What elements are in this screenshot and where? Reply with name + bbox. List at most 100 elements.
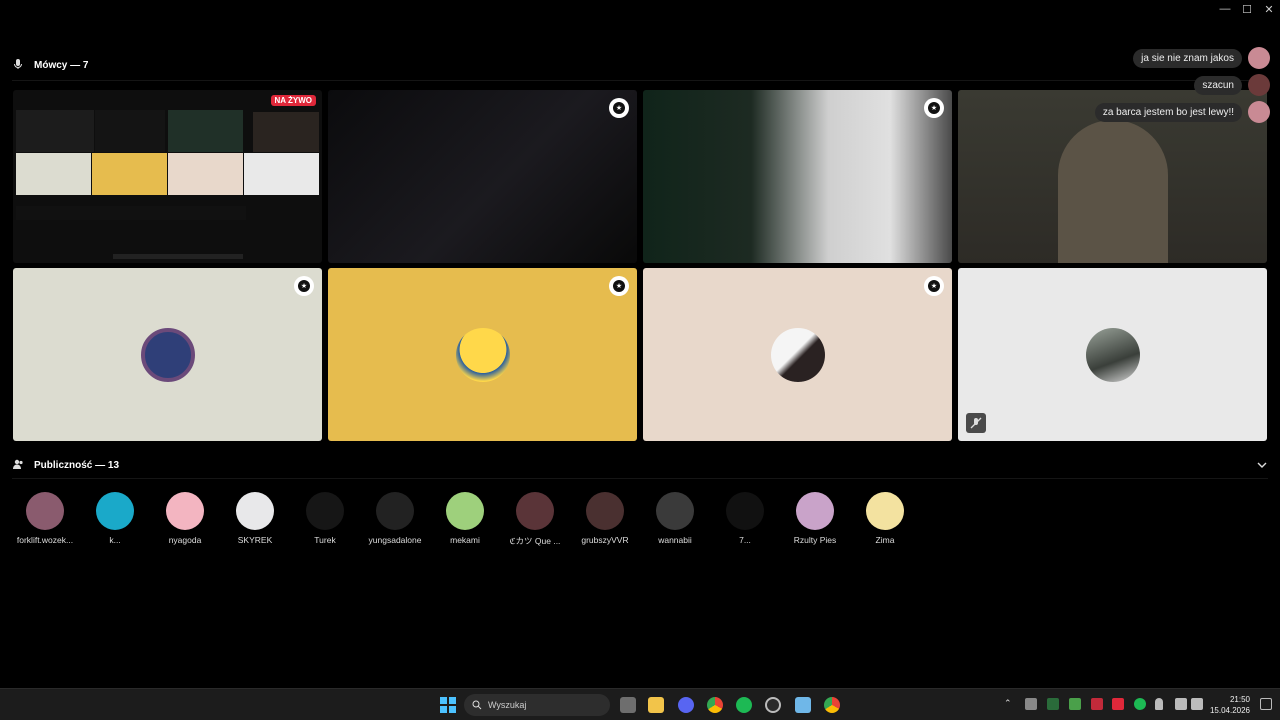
spotify-icon[interactable] (736, 697, 752, 713)
window-controls: — ☐ ✕ (1214, 0, 1280, 18)
divider (12, 478, 1268, 479)
audience-member[interactable]: wannabii (640, 492, 710, 545)
screen-share-taskbar (113, 254, 243, 259)
screen-share-preview (92, 153, 167, 195)
search-icon (472, 700, 482, 710)
audience-member[interactable]: nyagoda (150, 492, 220, 545)
star-badge-icon: ★ (609, 98, 629, 118)
chrome-icon[interactable] (707, 697, 723, 713)
clock-time: 21:50 (1229, 695, 1250, 704)
tray-app-icon[interactable] (1112, 698, 1124, 710)
clock[interactable]: 21:50 15.04.2026 (1210, 694, 1250, 716)
notification-icon[interactable] (1260, 698, 1272, 710)
speakers-header: Mówcy — 7 (12, 58, 88, 73)
chat-message: ja sie nie znam jakos (1133, 47, 1270, 69)
screen-share-preview (168, 153, 243, 195)
audience-member-name: forklift.wozek... (16, 535, 74, 545)
speaker-avatar-tile[interactable]: ★ (328, 268, 637, 441)
speaker-avatar-tile[interactable] (958, 268, 1267, 441)
screen-share-preview (253, 112, 319, 152)
speaker-avatar-tile[interactable]: ★ (643, 268, 952, 441)
audience-member[interactable]: mekami (430, 492, 500, 545)
star-badge-icon: ★ (924, 98, 944, 118)
chevron-down-icon[interactable] (1256, 458, 1268, 470)
audience-member-name: SKYREK (237, 535, 273, 545)
audience-member[interactable]: 7... (710, 492, 780, 545)
file-explorer-icon[interactable] (648, 697, 664, 713)
spotify-tray-icon[interactable] (1134, 698, 1146, 710)
audience-member[interactable]: forklift.wozek... (10, 492, 80, 545)
speakers-title: Mówcy — 7 (34, 60, 89, 71)
star-badge-icon: ★ (924, 276, 944, 296)
network-icon[interactable] (1175, 698, 1187, 710)
avatar (1248, 74, 1270, 96)
sync-icon[interactable] (1025, 698, 1037, 710)
windows-start-icon[interactable] (440, 697, 456, 713)
audience-icon (12, 458, 24, 473)
audience-member[interactable]: SKYREK (220, 492, 290, 545)
microphone-tray-icon[interactable] (1155, 698, 1163, 710)
screen-share-preview (168, 110, 243, 152)
audience-member[interactable]: Rzulty Pies (780, 492, 850, 545)
audience-member[interactable]: grubszyVVR (570, 492, 640, 545)
avatar (96, 492, 134, 530)
avatar (236, 492, 274, 530)
tray-app-icon[interactable] (1047, 698, 1059, 710)
audience-member-name: Rzulty Pies (793, 535, 837, 545)
avatar (306, 492, 344, 530)
live-badge: NA ŻYWO (270, 95, 316, 106)
notepad-icon[interactable] (795, 697, 811, 713)
avatar (26, 492, 64, 530)
audience-member[interactable]: Zima (850, 492, 920, 545)
speaker-video-tile[interactable]: ★ (643, 90, 952, 263)
chat-message: za barca jestem bo jest lewy!! (1094, 101, 1270, 123)
audience-member-name: 7... (739, 535, 751, 545)
audience-member-name: nyagoda (168, 535, 202, 545)
screen-share-preview (95, 110, 165, 152)
avatar (376, 492, 414, 530)
avatar (866, 492, 904, 530)
task-view-icon[interactable] (620, 697, 636, 713)
maximize-button[interactable]: ☐ (1236, 0, 1258, 18)
avatar (140, 327, 195, 382)
minimize-button[interactable]: — (1214, 0, 1236, 18)
avatar (455, 327, 510, 382)
tray-app-icon[interactable] (1069, 698, 1081, 710)
avatar (516, 492, 554, 530)
divider (12, 80, 1268, 81)
avatar (1085, 327, 1140, 382)
audience-member[interactable]: k... (80, 492, 150, 545)
audience-member[interactable]: ℭカツ Que ... (500, 492, 570, 547)
tray-app-icon[interactable] (1091, 698, 1103, 710)
audience-member[interactable]: Turek (290, 492, 360, 545)
speaker-silhouette (1058, 120, 1168, 263)
audience-title: Publiczność — 13 (34, 460, 120, 471)
muted-microphone-icon (966, 413, 986, 433)
volume-icon[interactable] (1191, 698, 1203, 710)
close-button[interactable]: ✕ (1258, 0, 1280, 18)
chevron-up-icon[interactable]: ⌃ (1004, 698, 1016, 710)
audience-member-name: ℭカツ Que ... (509, 536, 561, 546)
taskbar: Wyszukaj ⌃ 21:50 15.04.2026 (0, 688, 1280, 720)
audience-member-name: grubszyVVR (581, 535, 629, 545)
screen-share-preview (16, 153, 91, 195)
chat-bubble: ja sie nie znam jakos (1133, 48, 1242, 68)
audience-member[interactable]: yungsadalone (360, 492, 430, 545)
speaker-video-tile[interactable]: ★ (328, 90, 637, 263)
microphone-icon (12, 58, 24, 73)
chrome-icon[interactable] (824, 697, 840, 713)
screen-share-tile[interactable]: NA ŻYWO (13, 90, 322, 263)
discord-icon[interactable] (678, 697, 694, 713)
steam-icon[interactable] (765, 697, 781, 713)
screen-share-preview (16, 110, 94, 152)
clock-date: 15.04.2026 (1209, 706, 1250, 715)
avatar (796, 492, 834, 530)
avatar (770, 327, 825, 382)
avatar (726, 492, 764, 530)
search-input[interactable]: Wyszukaj (464, 694, 610, 716)
audience-member-name: Turek (314, 535, 336, 545)
avatar (1248, 47, 1270, 69)
audience-member-name: Zima (875, 535, 895, 545)
speaker-avatar-tile[interactable]: ★ (13, 268, 322, 441)
chat-bubble: za barca jestem bo jest lewy!! (1094, 102, 1242, 122)
